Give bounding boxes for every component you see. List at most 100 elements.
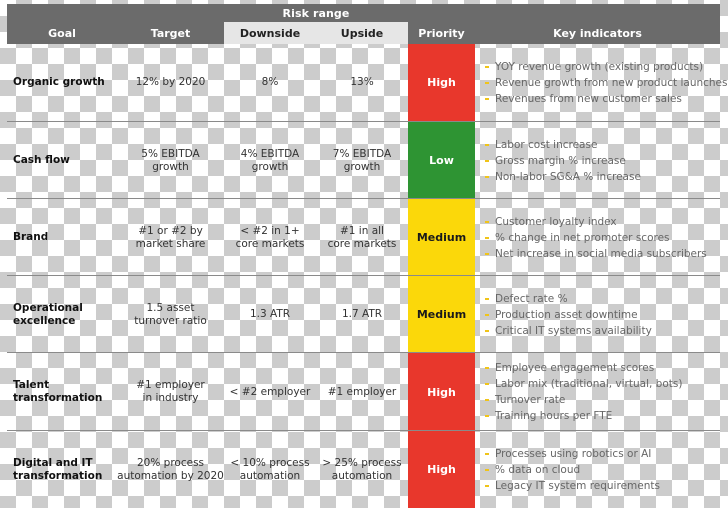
key-indicator-item: Labor mix (traditional, virtual, bots) [485, 376, 720, 392]
bullet-dash-icon [485, 399, 489, 401]
cell-downside: 4% EBITDA growth [240, 147, 300, 173]
table-row: Cash flow 5% EBITDA growth 4% EBITDA growth 7… [7, 121, 720, 199]
cell-upside: #1 in all core markets [327, 224, 397, 250]
key-indicator-item: Employee engagement scores [485, 360, 720, 376]
key-indicator-item: Non-labor SG&A % increase [485, 169, 720, 185]
header-group-risk-range: Risk range [282, 6, 350, 20]
cell-downside: < #2 employer [229, 385, 311, 398]
bullet-dash-icon [485, 220, 489, 223]
cell-goal: Operational excellence [13, 301, 83, 327]
cell-priority-badge: High [408, 353, 475, 431]
bullet-dash-icon [485, 236, 489, 239]
cell-priority-badge: High [408, 431, 475, 508]
key-indicator-label: Training hours per FTE [495, 410, 613, 422]
cell-key-indicators: Defect rate % Production asset downtime Cr… [475, 276, 720, 353]
header-column-goal: Goal [48, 26, 76, 40]
table-row: Organic growth 12% by 2020 8% 13% High YOY re… [7, 44, 728, 121]
cell-goal: Cash flow [13, 154, 70, 166]
cell-priority-badge: Medium [408, 199, 475, 276]
cell-goal: Talent transformation [13, 379, 103, 404]
cell-key-indicators: Customer loyalty index % change in net pr… [475, 199, 720, 276]
key-indicator-item: Turnover rate [485, 392, 720, 408]
key-indicator-item: Processes using robotics or AI [485, 446, 720, 462]
key-indicator-label: YOY revenue growth (existing products) [495, 60, 704, 73]
bullet-dash-icon [485, 415, 489, 417]
cell-upside: 13% [350, 76, 374, 88]
key-indicator-item: Revenues from new customer sales [485, 91, 720, 107]
key-indicator-label: Customer loyalty index [495, 215, 617, 228]
cell-target: 1.5 asset turnover ratio [134, 301, 207, 327]
header-subgroup-risk-range: Downside Upside [224, 22, 408, 44]
key-indicator-item: Labor cost increase [485, 137, 720, 153]
key-indicator-label: Net increase in social media subscribers [495, 247, 707, 260]
cell-priority-badge: Low [408, 122, 475, 199]
key-indicator-label: Gross margin % increase [495, 154, 626, 167]
key-indicator-item: Legacy IT system requirements [485, 478, 720, 494]
key-indicator-item: Customer loyalty index [485, 214, 720, 230]
key-indicator-item: Defect rate % [485, 291, 720, 307]
table-row: Digital and IT transformation 20% process a… [7, 430, 720, 508]
bullet-dash-icon [485, 175, 489, 178]
bullet-dash-icon [485, 452, 489, 455]
key-indicator-label: Processes using robotics or AI [495, 447, 652, 460]
key-indicator-item: % data on cloud [485, 462, 720, 478]
cell-target: #1 or #2 by market share [135, 224, 206, 250]
cell-key-indicators: Processes using robotics or AI % data on … [475, 431, 720, 508]
key-indicator-item: Production asset downtime [485, 307, 720, 323]
key-indicator-item: Revenue growth from new product launches [485, 75, 728, 91]
bullet-dash-icon [485, 143, 489, 146]
cell-target: 5% EBITDA growth [141, 147, 200, 173]
key-indicator-item: YOY revenue growth (existing products) [485, 59, 720, 75]
key-indicator-item: Net increase in social media subscribers [485, 246, 720, 262]
table-row: Operational excellence 1.5 asset turnover r… [7, 275, 720, 353]
bullet-dash-icon [485, 159, 489, 162]
key-indicator-label: Non-labor SG&A % increase [495, 170, 641, 183]
cell-target: 20% process automation by 2020 [117, 456, 224, 482]
header-column-priority: Priority [418, 26, 465, 40]
key-indicator-label: % change in net promoter scores [495, 231, 670, 244]
key-indicator-label: Critical IT systems availability [495, 324, 652, 337]
cell-downside: < 10% process automation [230, 456, 310, 482]
cell-downside: < #2 in 1+ core markets [235, 224, 305, 250]
cell-target: 12% by 2020 [135, 76, 206, 88]
key-indicator-item: % change in net promoter scores [485, 230, 720, 246]
cell-priority-badge: Medium [408, 276, 475, 353]
key-indicator-label: Employee engagement scores [495, 362, 655, 374]
bullet-dash-icon [485, 468, 489, 471]
header-column-upside: Upside [340, 26, 384, 40]
key-indicator-item: Gross margin % increase [485, 153, 720, 169]
key-indicator-label: Labor cost increase [495, 138, 598, 151]
key-indicator-label: Labor mix (traditional, virtual, bots) [495, 378, 683, 390]
key-indicator-label: Defect rate % [495, 292, 568, 305]
bullet-dash-icon [485, 313, 489, 316]
bullet-dash-icon [485, 329, 489, 332]
cell-key-indicators: Labor cost increase Gross margin % increa… [475, 122, 720, 199]
bullet-dash-icon [485, 81, 489, 84]
bullet-dash-icon [485, 252, 489, 255]
cell-upside: 1.7 ATR [341, 308, 383, 320]
cell-priority-badge: High [408, 44, 475, 121]
key-indicator-label: Production asset downtime [495, 308, 638, 321]
cell-upside: #1 employer [327, 385, 397, 398]
key-indicator-label: Turnover rate [495, 394, 566, 406]
bullet-dash-icon [485, 297, 489, 300]
key-indicator-item: Training hours per FTE [485, 408, 720, 424]
bullet-dash-icon [485, 97, 489, 100]
cell-goal: Organic growth [13, 76, 105, 88]
bullet-dash-icon [485, 367, 489, 369]
cell-key-indicators: Employee engagement scores Labor mix (tra… [475, 353, 720, 431]
cell-downside: 8% [261, 76, 279, 88]
key-indicator-label: % data on cloud [495, 463, 581, 476]
bullet-dash-icon [485, 383, 489, 385]
cell-upside: 7% EBITDA growth [332, 147, 392, 173]
cell-target: #1 employer in industry [136, 379, 205, 404]
cell-goal: Digital and IT transformation [13, 456, 103, 482]
table-row: Talent transformation #1 employer in indust… [7, 352, 720, 431]
key-indicator-label: Revenues from new customer sales [495, 92, 682, 105]
cell-key-indicators: YOY revenue growth (existing products) Re… [475, 44, 728, 121]
key-indicator-item: Critical IT systems availability [485, 323, 720, 339]
cell-upside: > 25% process automation [322, 456, 402, 482]
bullet-dash-icon [485, 484, 489, 487]
key-indicator-label: Legacy IT system requirements [495, 479, 660, 492]
risk-matrix-table: Risk range Goal Target Downside Upside P… [0, 0, 728, 508]
